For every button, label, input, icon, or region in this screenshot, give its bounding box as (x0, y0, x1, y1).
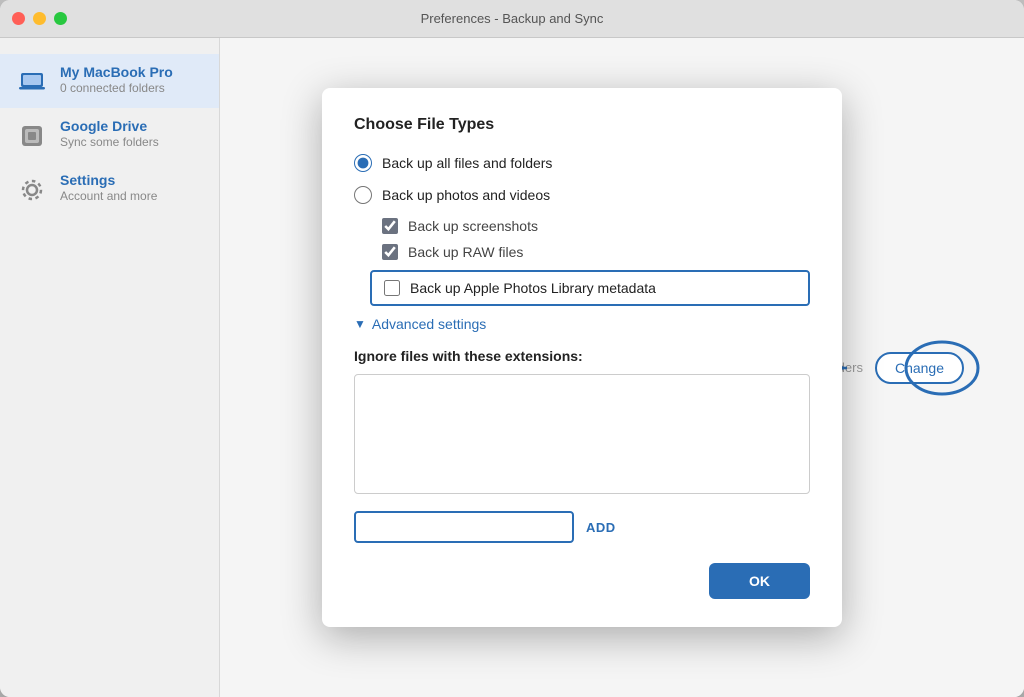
window-title: Preferences - Backup and Sync (421, 11, 604, 26)
maximize-button[interactable] (54, 12, 67, 25)
radio-photos-videos[interactable]: Back up photos and videos (354, 186, 810, 204)
ignore-extensions-section: Ignore files with these extensions: ADD (354, 348, 810, 543)
sidebar-macbook-title: My MacBook Pro (60, 64, 173, 80)
sidebar-item-google-drive[interactable]: Google Drive Sync some folders (0, 108, 219, 162)
dialog-title: Choose File Types (354, 116, 810, 134)
window-controls (12, 12, 67, 25)
sidebar-settings-subtitle: Account and more (60, 189, 157, 203)
advanced-settings-section: ▼ Advanced settings (354, 316, 810, 332)
ignore-extensions-textarea[interactable] (354, 374, 810, 494)
checkbox-screenshots-label: Back up screenshots (408, 218, 538, 234)
content-area: My MacBook Pro 0 connected folders Googl… (0, 38, 1024, 697)
add-button[interactable]: ADD (586, 520, 616, 535)
checkbox-apple-photos-label: Back up Apple Photos Library metadata (410, 280, 656, 296)
sidebar-settings-text: Settings Account and more (60, 172, 157, 203)
radio-all-files[interactable]: Back up all files and folders (354, 154, 810, 172)
sidebar-drive-subtitle: Sync some folders (60, 135, 159, 149)
gear-icon (16, 174, 48, 206)
checkbox-apple-photos-input[interactable] (384, 280, 400, 296)
radio-all-files-label: Back up all files and folders (382, 155, 552, 171)
sidebar-item-macbook[interactable]: My MacBook Pro 0 connected folders (0, 54, 219, 108)
app-window: Preferences - Backup and Sync My MacBook… (0, 0, 1024, 697)
sidebar-item-settings[interactable]: Settings Account and more (0, 162, 219, 216)
checkbox-raw-files-input[interactable] (382, 244, 398, 260)
sidebar: My MacBook Pro 0 connected folders Googl… (0, 38, 220, 697)
add-row: ADD (354, 511, 810, 543)
sidebar-settings-title: Settings (60, 172, 157, 188)
sidebar-macbook-text: My MacBook Pro 0 connected folders (60, 64, 173, 95)
sidebar-macbook-subtitle: 0 connected folders (60, 81, 173, 95)
ignore-extensions-label: Ignore files with these extensions: (354, 348, 810, 364)
dialog-overlay: Choose File Types Back up all files and … (220, 38, 1024, 697)
sidebar-drive-title: Google Drive (60, 118, 159, 134)
ok-button[interactable]: OK (709, 563, 810, 599)
chevron-down-icon: ▼ (354, 317, 366, 331)
laptop-icon (16, 66, 48, 98)
checkbox-group: Back up screenshots Back up RAW files (382, 218, 810, 260)
checkbox-screenshots-input[interactable] (382, 218, 398, 234)
titlebar: Preferences - Backup and Sync (0, 0, 1024, 38)
dialog: Choose File Types Back up all files and … (322, 88, 842, 627)
advanced-settings-toggle[interactable]: ▼ Advanced settings (354, 316, 810, 332)
advanced-settings-label: Advanced settings (372, 316, 486, 332)
checkbox-apple-photos[interactable]: Back up Apple Photos Library metadata (370, 270, 810, 306)
add-extension-input[interactable] (354, 511, 574, 543)
radio-all-files-input[interactable] (354, 154, 372, 172)
checkbox-raw-files-label: Back up RAW files (408, 244, 523, 260)
sidebar-drive-text: Google Drive Sync some folders (60, 118, 159, 149)
main-panel: es and folders Change (220, 38, 1024, 697)
minimize-button[interactable] (33, 12, 46, 25)
radio-photos-videos-label: Back up photos and videos (382, 187, 550, 203)
radio-photos-videos-input[interactable] (354, 186, 372, 204)
ok-row: OK (354, 563, 810, 599)
checkbox-raw-files[interactable]: Back up RAW files (382, 244, 810, 260)
drive-icon (16, 120, 48, 152)
checkbox-screenshots[interactable]: Back up screenshots (382, 218, 810, 234)
close-button[interactable] (12, 12, 25, 25)
